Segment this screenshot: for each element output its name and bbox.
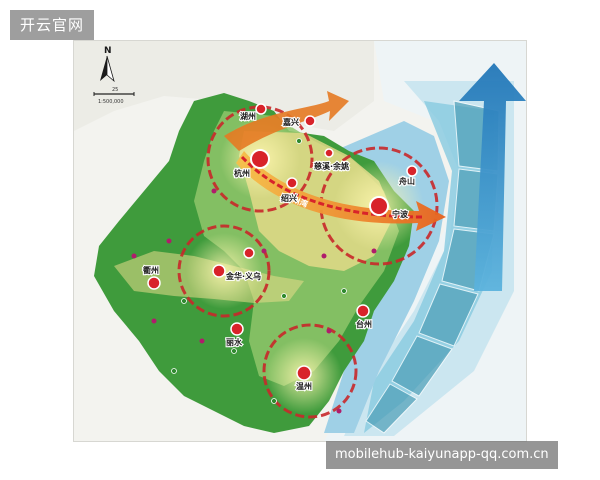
label-shaoxing: 绍兴	[280, 193, 297, 203]
node-yiwu	[243, 247, 255, 259]
node-hangzhou	[250, 149, 270, 169]
label-taizhou: 台州	[356, 319, 372, 329]
label-hangzhou: 杭州	[234, 168, 250, 178]
scale-value: 25	[112, 87, 118, 93]
watermark-bottom: mobilehub-kaiyunapp-qq.com.cn	[326, 441, 558, 469]
label-wenzhou: 温州	[296, 381, 312, 391]
node-zhoushan	[406, 165, 418, 177]
node-jinhua	[212, 264, 226, 278]
node-lishui	[230, 322, 244, 336]
watermark-top: 开云官网	[10, 10, 95, 40]
node-wenzhou	[296, 365, 312, 381]
label-jinhua-yiwu: 金华·义乌	[225, 271, 261, 281]
scale-ratio: 1:500,000	[98, 99, 124, 105]
label-jiaxing: 嘉兴	[282, 117, 299, 127]
node-jiaxing	[304, 115, 316, 127]
label-lishui: 丽水	[226, 337, 243, 347]
label-cixi-yuyao: 慈溪·余姚	[314, 161, 349, 171]
node-huzhou	[255, 103, 267, 115]
node-quzhou	[147, 276, 161, 290]
node-ningbo	[369, 196, 389, 216]
planning-map: 杭州湾 湖州 嘉兴 杭州 绍兴 慈溪·余姚 舟山 宁波 衢州 金华·义乌 丽水 …	[74, 41, 526, 441]
node-cixi	[324, 148, 334, 158]
label-zhoushan: 舟山	[399, 176, 415, 186]
label-quzhou: 衢州	[143, 265, 159, 275]
map-frame: 杭州湾 湖州 嘉兴 杭州 绍兴 慈溪·余姚 舟山 宁波 衢州 金华·义乌 丽水 …	[73, 40, 527, 442]
node-taizhou	[356, 304, 370, 318]
label-huzhou: 湖州	[240, 111, 256, 121]
node-shaoxing	[286, 177, 298, 189]
label-ningbo: 宁波	[392, 209, 409, 219]
compass-north: N	[104, 46, 112, 56]
